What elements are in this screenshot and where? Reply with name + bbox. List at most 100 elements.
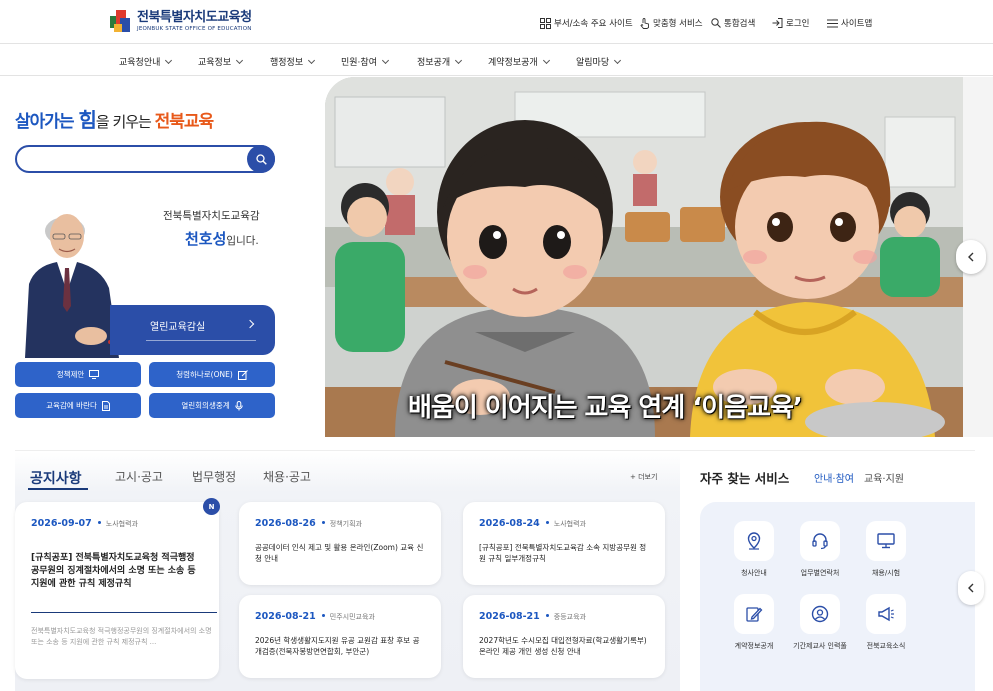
chevron-left-icon (968, 252, 974, 262)
grid-icon (540, 17, 551, 29)
nav-item-label: 민원·참여 (341, 58, 377, 68)
tab-announcements[interactable]: 고시·공고 (115, 468, 163, 485)
service-label: 전북교육소식 (866, 642, 906, 650)
nav-item-label: 알림마당 (576, 58, 610, 68)
divider (146, 340, 256, 341)
site-logo[interactable]: 전북특별자치도교육청 JEONBUK STATE OFFICE OF EDUCA… (110, 10, 252, 34)
tab-recruitment[interactable]: 채용·공고 (263, 468, 311, 485)
notice-card[interactable]: 2026-08-21 중등교육과 2027학년도 수시모집 대입전형자료(학교생활… (463, 595, 665, 678)
service-news[interactable]: 전북교육소식 (855, 594, 917, 651)
nav-item-contract[interactable]: 계약정보공개 (488, 55, 550, 68)
open-office-label: 열린교육감실 (150, 322, 206, 333)
service-building-guide[interactable]: 청사안내 (723, 521, 785, 578)
util-link-custom[interactable]: 맞춤형 서비스 (640, 17, 703, 29)
notice-title: [규칙공포] 전북특별자치도교육청 적극행정 공무원의 징계절차에서의 소명 또… (31, 553, 196, 589)
integrity-one-button[interactable]: 청렴하나로(ONE) (149, 362, 275, 387)
nav-item-disclosure[interactable]: 정보공개 (417, 55, 463, 68)
notice-title: 2027학년도 수시모집 대입전형자료(학교생활기록부) 온라인 제공 개인 생… (479, 636, 647, 656)
util-link-search[interactable]: 통합검색 (711, 17, 755, 29)
nav-item-civil[interactable]: 민원·참여 (341, 55, 390, 68)
monitor-icon (89, 370, 100, 379)
notice-dept: 중등교육과 (553, 613, 586, 621)
tab-legal[interactable]: 법무행정 (192, 468, 236, 485)
service-recruitment[interactable]: 채용/시험 (855, 521, 917, 578)
chevron-down-icon (236, 56, 244, 64)
hero-banner[interactable]: 배움이 이어지는 교육 연계 ‘이음교육’ (325, 77, 975, 437)
tab-guide-participation[interactable]: 안내·참여 (814, 470, 854, 485)
util-link-sitemap[interactable]: 사이트맵 (827, 17, 872, 29)
util-link-label: 맞춤형 서비스 (653, 19, 703, 29)
notice-dept: 민주시민교육과 (329, 613, 375, 621)
search-box (15, 145, 275, 173)
nav-item-admin-info[interactable]: 행정정보 (270, 55, 316, 68)
util-link-login[interactable]: 로그인 (772, 17, 809, 29)
util-link-label: 부서/소속 주요 사이트 (554, 19, 633, 29)
logo-subtitle: JEONBUK STATE OFFICE OF EDUCATION (137, 26, 252, 32)
service-contract-info[interactable]: 계약정보공개 (723, 594, 785, 651)
nav-item-label: 계약정보공개 (488, 58, 538, 68)
mic-icon (234, 400, 243, 410)
open-office-button[interactable]: 열린교육감실 (110, 305, 275, 355)
new-badge: N (203, 498, 220, 515)
service-contacts[interactable]: 업무별연락처 (789, 521, 851, 578)
slogan-part: 을 키우는 (95, 113, 155, 131)
notice-date: 2026-08-26 (255, 518, 316, 529)
notice-dept: 노사협력과 (553, 520, 586, 528)
superintendent-suffix: 입니다. (226, 235, 259, 247)
policy-proposal-button[interactable]: 정책제안 (15, 362, 141, 387)
hero-caption: 배움이 이어지는 교육 연계 ‘이음교육’ (408, 393, 803, 423)
tab-notices[interactable]: 공지사항 (30, 468, 82, 488)
notice-title: [규칙공포] 전북특별자치도교육감 소속 지방공무원 정원 규칙 일부개정규칙 (479, 543, 647, 563)
service-label: 기간제교사 인력풀 (793, 642, 847, 650)
util-link-label: 로그인 (786, 19, 810, 29)
quick-button-label: 열린회의생중계 (181, 401, 230, 410)
edit-icon (237, 369, 248, 380)
nav-item-label: 행정정보 (270, 58, 304, 68)
live-meeting-button[interactable]: 열린회의생중계 (149, 393, 275, 418)
util-link-sites[interactable]: 부서/소속 주요 사이트 (540, 17, 633, 29)
hand-pointer-icon (640, 17, 649, 29)
notice-card[interactable]: 2026-08-26 정책기획과 공공데이터 인식 제고 및 활용 온라인(Zoo… (239, 502, 441, 585)
chevron-down-icon (455, 56, 463, 64)
nav-item-edu-info[interactable]: 교육정보 (198, 55, 244, 68)
quick-button-label: 정책제안 (56, 370, 85, 379)
document-icon (101, 400, 110, 411)
nav-item-about[interactable]: 교육청안내 (119, 55, 173, 68)
notice-card[interactable]: 2026-08-21 민주시민교육과 2026년 학생생활지도지원 유공 교원감 … (239, 595, 441, 678)
service-label: 계약정보공개 (734, 642, 774, 650)
section-divider (15, 450, 975, 451)
notice-date: 2026-08-21 (479, 611, 540, 622)
service-label: 청사안내 (741, 569, 767, 577)
chevron-right-icon (245, 319, 255, 329)
notice-excerpt: 전북특별자치도교육청 적극행정공무원의 징계절차에서의 소명 또는 소송 등 지… (31, 627, 212, 646)
notice-card[interactable]: 2026-08-24 노사협력과 [규칙공포] 전북특별자치도교육감 소속 지방공… (463, 502, 665, 585)
nav-item-news[interactable]: 알림마당 (576, 55, 622, 68)
more-link[interactable]: + 더보기 (630, 472, 657, 482)
ask-superintendent-button[interactable]: 교육감에 바란다 (15, 393, 141, 418)
services-prev-button[interactable] (958, 571, 984, 605)
search-icon (255, 153, 267, 165)
headset-icon (812, 533, 828, 550)
tab-education-support[interactable]: 교육·지원 (864, 470, 904, 485)
util-link-label: 사이트맵 (841, 19, 873, 29)
featured-notice-card[interactable]: 2026-09-07 노사협력과 [규칙공포] 전북특별자치도교육청 적극행정 공… (15, 502, 219, 679)
pen-icon (746, 607, 763, 622)
nav-item-label: 정보공개 (417, 58, 451, 68)
notice-date: 2026-09-07 (31, 518, 92, 529)
slogan-part: 힘 (78, 108, 96, 132)
divider (31, 612, 217, 613)
service-label: 업무별연락처 (800, 569, 840, 577)
service-teacher-pool[interactable]: 기간제교사 인력풀 (789, 594, 851, 651)
service-label: 채용/시험 (871, 569, 901, 577)
chevron-down-icon (542, 56, 550, 64)
search-input[interactable] (29, 147, 249, 172)
chevron-left-icon (968, 583, 974, 593)
slogan: 살아가는 힘을 키우는 전북교육 (15, 104, 214, 133)
notice-dept: 정책기획과 (329, 520, 362, 528)
nav-item-label: 교육청안내 (119, 58, 161, 68)
superintendent-title: 전북특별자치도교육감 (163, 210, 260, 222)
logo-mark-icon (110, 10, 132, 34)
notice-title: 2026년 학생생활지도지원 유공 교원감 표창 후보 공개검증(전북자봉방면연… (255, 636, 420, 656)
search-button[interactable] (247, 145, 275, 173)
hero-prev-button[interactable] (956, 240, 986, 274)
